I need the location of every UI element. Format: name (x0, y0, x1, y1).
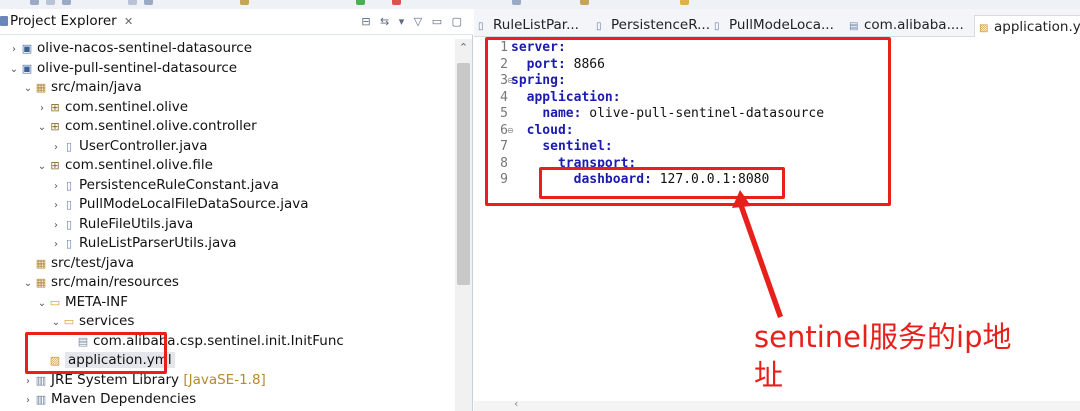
annotation-text-line-2: 址 (754, 358, 784, 392)
annotation-text: sentinel服务的ip地 址 (754, 318, 1012, 394)
annotation-text-line-1: sentinel服务的ip地 (754, 320, 1012, 354)
